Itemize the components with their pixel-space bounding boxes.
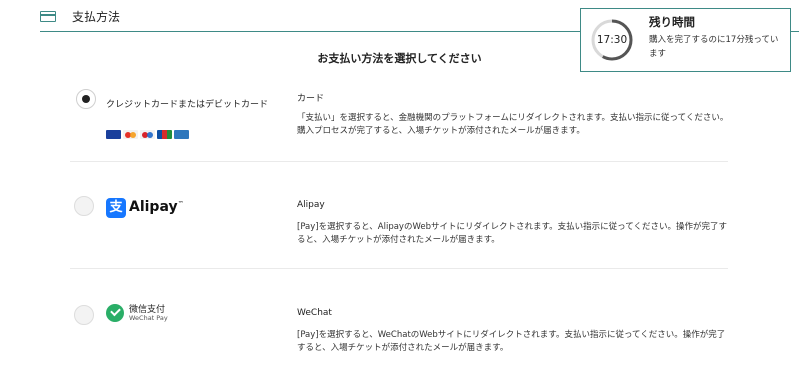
alipay-radio-button[interactable] — [74, 196, 94, 216]
page-title: 支払方法 — [72, 10, 121, 24]
card-brand-logos — [106, 130, 191, 140]
jcb-icon — [157, 130, 172, 139]
visa-icon — [106, 130, 121, 139]
card-option-label: クレジットカードまたはデビットカード — [106, 100, 269, 110]
payment-option-card[interactable]: クレジットカードまたはデビットカード カード 「支払い」を選択すると、金融機関の… — [70, 85, 728, 162]
mastercard-icon — [123, 130, 138, 139]
wechat-logo-en: WeChat Pay — [129, 314, 168, 322]
time-remaining-title: 残り時間 — [649, 15, 695, 29]
wechat-option-title: WeChat — [297, 308, 332, 318]
card-option-description: 「支払い」を選択すると、金融機関のプラットフォームにリダイレクトされます。支払い… — [297, 113, 729, 136]
payment-option-wechat[interactable]: 微信支付 WeChat Pay WeChat [Pay]を選択すると、WeCha… — [70, 302, 728, 368]
credit-card-icon — [40, 11, 56, 22]
select-payment-instruction: お支払い方法を選択してください — [317, 52, 482, 65]
wechat-pay-icon — [106, 304, 124, 322]
alipay-trademark: ™ — [177, 200, 184, 208]
alipay-logo-text: Alipay — [129, 199, 178, 215]
alipay-option-description: [Pay]を選択すると、AlipayのWebサイトにリダイレクトされます。支払い… — [297, 222, 727, 245]
wechat-radio-button[interactable] — [74, 305, 94, 325]
alipay-option-title: Alipay — [297, 200, 325, 210]
maestro-icon — [140, 130, 155, 139]
wechat-option-description: [Pay]を選択すると、WeChatのWebサイトにリダイレクトされます。支払い… — [297, 330, 726, 353]
card-option-title: カード — [297, 94, 325, 104]
payment-option-alipay[interactable]: 支 Alipay™ Alipay [Pay]を選択すると、AlipayのWebサ… — [70, 195, 728, 269]
card-radio-button[interactable] — [76, 89, 96, 109]
amex-icon — [174, 130, 189, 139]
alipay-icon: 支 — [106, 198, 126, 218]
